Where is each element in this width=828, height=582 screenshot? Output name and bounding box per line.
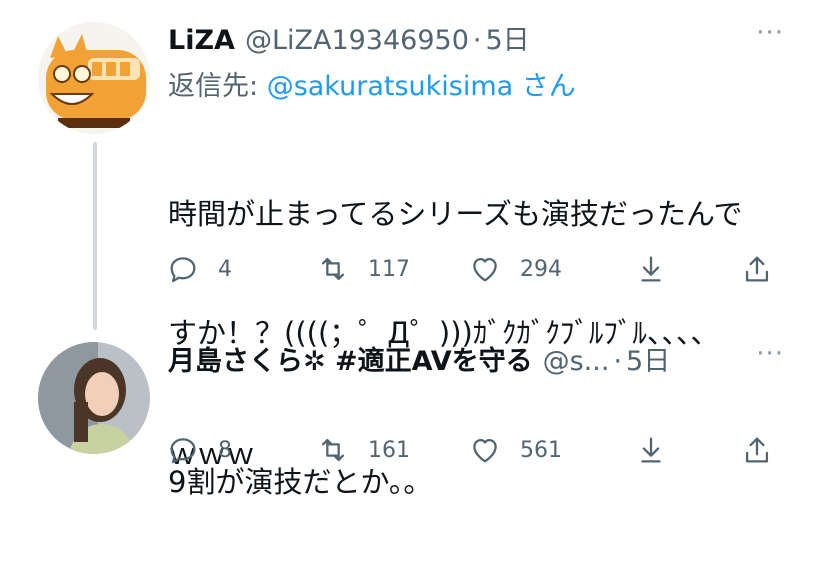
retweet-button[interactable]: 117 [316,252,410,286]
retweet-count: 117 [368,256,410,282]
reply-icon [170,257,196,283]
tweet-1[interactable]: LiZA @LiZA19346950 · 5日 ··· 返信先: @sakura… [0,0,828,471]
catbus-icon [38,22,150,134]
user-handle[interactable]: @s... [543,346,610,377]
avatar[interactable] [38,22,150,134]
tweet-header: 月島さくら✲ #適正AVを守る @s... · 5日 [168,339,670,378]
separator-dot: · [613,346,623,377]
heart-icon [473,257,497,282]
share-button[interactable] [740,252,774,286]
tweet-actions: 8 161 561 [166,433,786,473]
reply-to-line: 返信先: @sakuratsukisima さん [168,64,576,103]
download-arrow-icon [641,256,661,282]
avatar[interactable] [38,342,150,454]
like-count: 294 [520,256,562,282]
like-count: 561 [520,437,562,463]
separator-dot: · [472,25,482,56]
heart-icon [473,438,497,463]
reply-button[interactable]: 8 [166,433,232,467]
thread-line [93,142,97,330]
bookmark-button[interactable] [634,252,668,286]
tweet-text-line: 時間が止まってるシリーズも演技だったんで [168,197,743,231]
retweet-button[interactable]: 161 [316,433,410,467]
tweet-2[interactable]: 月島さくら✲ #適正AVを守る @s... · 5日 ··· 9割が演技だとか。… [0,330,828,499]
retweet-icon [321,257,345,281]
display-name[interactable]: 月島さくら✲ #適正AVを守る [168,339,533,378]
tweet-actions: 4 117 294 [166,252,786,292]
bookmark-button[interactable] [634,433,668,467]
tweet-text: 9割が演技だとか。。 [168,382,788,582]
like-button[interactable]: 561 [468,433,562,467]
like-button[interactable]: 294 [468,252,562,286]
retweet-icon [321,438,345,462]
more-options-icon[interactable]: ··· [756,339,784,369]
reply-button[interactable]: 4 [166,252,232,286]
reply-to-suffix: さん [513,71,576,102]
more-options-icon[interactable]: ··· [756,18,784,48]
reply-icon [170,438,196,464]
timestamp[interactable]: 5日 [626,339,670,378]
retweet-count: 161 [368,437,410,463]
reply-count: 4 [218,256,232,282]
profile-photo-icon [38,342,150,454]
tweet-header: LiZA @LiZA19346950 · 5日 [168,18,530,57]
share-icon [745,437,769,463]
reply-to-label: 返信先: [168,71,267,102]
user-handle[interactable]: @LiZA19346950 [245,25,469,56]
display-name[interactable]: LiZA [168,25,235,56]
download-arrow-icon [641,437,661,463]
share-button[interactable] [740,433,774,467]
share-icon [745,256,769,282]
timestamp[interactable]: 5日 [485,18,529,57]
reply-to-handle-link[interactable]: @sakuratsukisima [267,71,514,102]
reply-count: 8 [218,437,232,463]
